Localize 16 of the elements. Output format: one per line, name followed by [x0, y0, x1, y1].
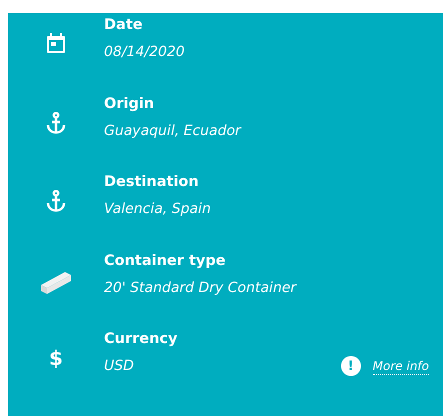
detail-value: 08/14/2020: [104, 43, 185, 62]
detail-value: Guayaquil, Ecuador: [104, 122, 241, 140]
calendar-icon: [47, 33, 65, 53]
detail-label: Currency: [104, 330, 178, 349]
detail-label: Destination: [104, 173, 199, 192]
dollar-icon: $: [49, 347, 63, 369]
detail-value: USD: [104, 357, 134, 376]
detail-label: Date: [104, 16, 143, 35]
detail-value: 20' Standard Dry Container: [104, 278, 296, 298]
info-icon: !: [340, 356, 361, 376]
more-info-link[interactable]: More info: [372, 358, 429, 374]
detail-value: Valencia, Spain: [104, 200, 211, 219]
anchor-icon: [46, 112, 66, 134]
detail-label: Container type: [104, 252, 226, 270]
detail-label: Origin: [104, 94, 154, 114]
anchor-icon: [46, 190, 66, 212]
